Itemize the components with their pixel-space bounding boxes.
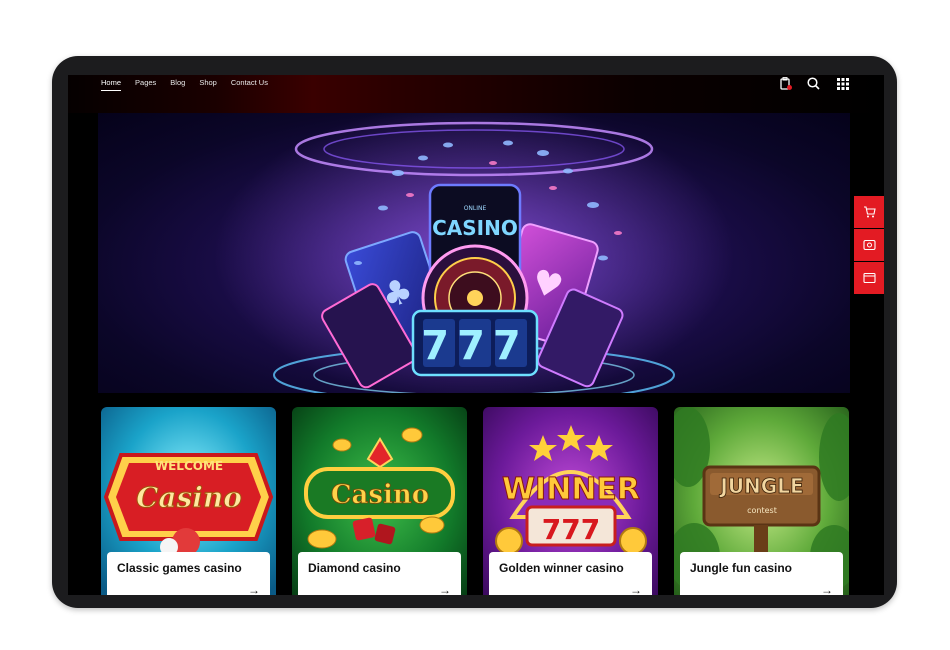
card-sign-sub: 777	[542, 513, 600, 546]
nav-blog[interactable]: Blog	[170, 77, 185, 91]
cart-icon[interactable]	[854, 196, 884, 228]
card-label: Golden winner casino →	[489, 552, 652, 595]
cart-badge-icon[interactable]	[777, 76, 792, 91]
arrow-right-icon[interactable]: →	[821, 583, 833, 595]
card-sign-sub: contest	[747, 506, 777, 515]
side-toolbar	[854, 196, 884, 294]
casino-card[interactable]: WELCOME Casino Classic games casino →	[101, 407, 276, 595]
casino-card[interactable]: JUNGLE contest Jungle fun casino →	[674, 407, 849, 595]
search-icon[interactable]	[806, 76, 821, 91]
card-sign-main: WINNER	[502, 472, 640, 507]
arrow-right-icon[interactable]: →	[248, 583, 260, 595]
phone-casino-text: CASINO	[432, 216, 518, 240]
hero-banner: ♣ ♥ ONLINE CASINO 777	[98, 113, 850, 393]
casino-cards: WELCOME Casino Classic games casino → Ca…	[101, 407, 849, 595]
window-icon[interactable]	[854, 262, 884, 294]
casino-card[interactable]: Casino Diamond casino →	[292, 407, 467, 595]
main-nav: Home Pages Blog Shop Contact Us	[101, 77, 268, 91]
card-sign-main: Casino	[136, 481, 242, 514]
card-title: Jungle fun casino	[690, 561, 793, 575]
photo-icon[interactable]	[854, 229, 884, 261]
card-label: Jungle fun casino →	[680, 552, 843, 595]
arrow-right-icon[interactable]: →	[630, 583, 642, 595]
card-title: Classic games casino	[117, 561, 242, 575]
nav-home[interactable]: Home	[101, 77, 122, 91]
nav-contact[interactable]: Contact Us	[231, 77, 268, 91]
hero-illustration: ♣ ♥ ONLINE CASINO 777	[214, 113, 734, 393]
card-title: Diamond casino	[308, 561, 401, 575]
website-screen: Home Pages Blog Shop Contact Us ♣ ♥ ONLI…	[68, 75, 884, 595]
nav-shop[interactable]: Shop	[199, 77, 217, 91]
casino-card[interactable]: WINNER 777 Golden winner casino →	[483, 407, 658, 595]
nav-pages[interactable]: Pages	[135, 77, 156, 91]
card-sign-main: JUNGLE	[718, 474, 803, 498]
card-label: Classic games casino →	[107, 552, 270, 595]
arrow-right-icon[interactable]: →	[439, 583, 451, 595]
notification-dot	[787, 85, 792, 90]
card-title: Golden winner casino	[499, 561, 624, 575]
slot-777-text: 777	[421, 323, 529, 369]
header-icons	[777, 76, 850, 91]
phone-subtext: ONLINE	[464, 205, 487, 212]
card-sign-top: WELCOME	[155, 459, 223, 473]
card-label: Diamond casino →	[298, 552, 461, 595]
grid-menu-icon[interactable]	[835, 76, 850, 91]
card-sign-main: Casino	[331, 480, 429, 510]
